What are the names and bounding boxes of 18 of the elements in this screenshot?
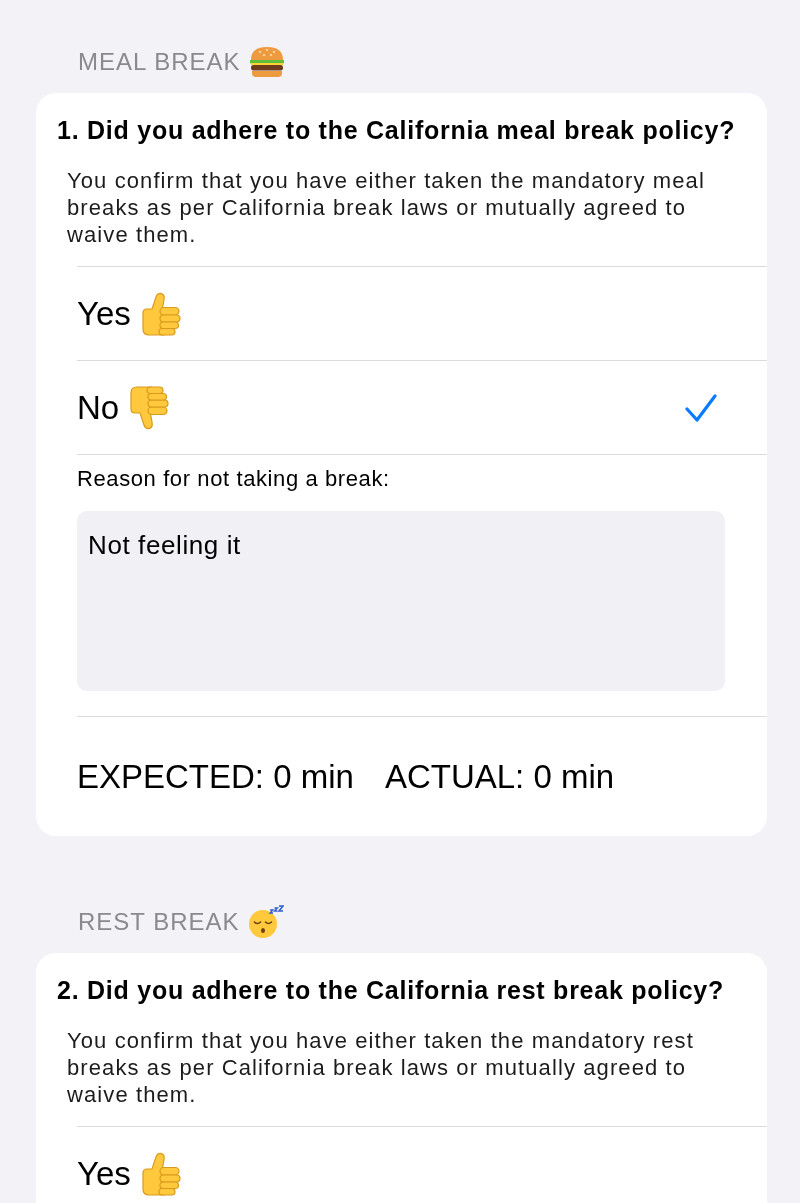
thumbs-down-icon [129,385,170,430]
sleeping-face-icon [247,905,284,939]
reason-label: Reason for not taking a break: [77,467,390,491]
section-heading: REST BREAK [78,907,240,937]
actual-total: ACTUAL: 0 min [384,757,615,797]
thumbs-up-icon [140,1151,181,1196]
question-description: You confirm that you have either taken the mandatory meal breaks as per California break laws or mutually agreed to waive them. [67,167,706,248]
burger-icon [248,46,285,78]
question-title: 2. Did you adhere to the California rest break policy? [57,976,725,1004]
answer-option[interactable]: Yes [77,266,767,360]
reason-field[interactable]: Not feeling it [77,511,725,691]
question-description: You confirm that you have either taken the mandatory rest breaks as per California break laws or mutually agreed to waive them. [67,1027,695,1108]
answer-option[interactable]: No [77,360,767,454]
thumbs-up-icon [140,291,181,336]
answer-option[interactable]: Yes [77,1126,767,1203]
question-title: 1. Did you adhere to the California meal break policy? [57,116,736,144]
expected-total: EXPECTED: 0 min [77,757,354,797]
section-heading: MEAL BREAK [78,47,241,77]
